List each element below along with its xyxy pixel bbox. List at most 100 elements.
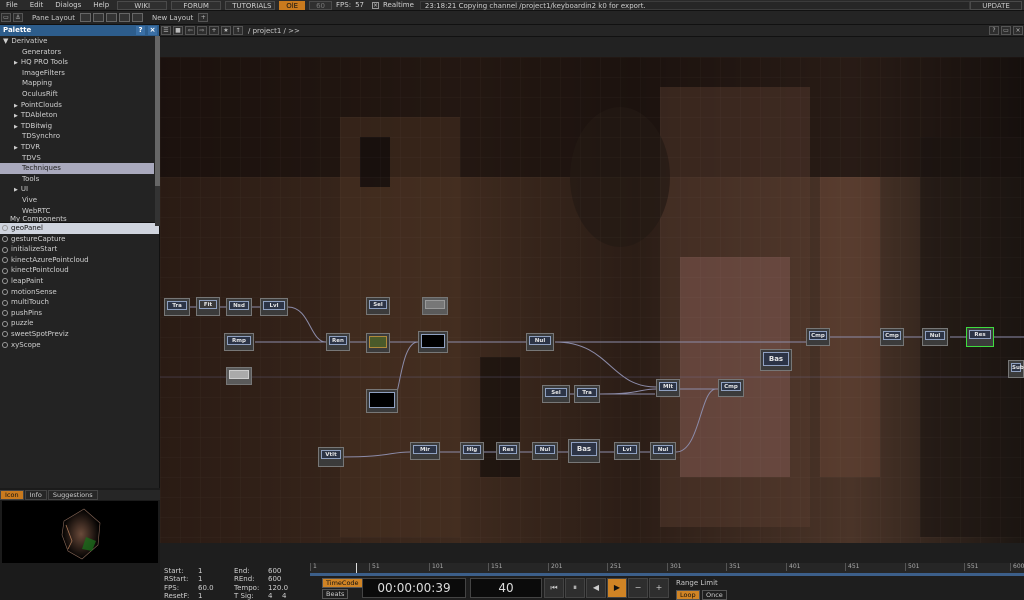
component-kinectazurepointcloud[interactable]: kinectAzurePointcloud: [0, 255, 159, 266]
expand-arrow-icon[interactable]: ▶: [14, 187, 18, 193]
once-toggle[interactable]: Once: [702, 590, 727, 600]
component-puzzle[interactable]: puzzle: [0, 318, 159, 329]
menu-file[interactable]: File: [0, 1, 24, 9]
close-icon[interactable]: ×: [1013, 26, 1023, 35]
component-initializestart[interactable]: initializeStart: [0, 244, 159, 255]
tree-item-pointclouds[interactable]: ▶ PointClouds: [0, 100, 159, 111]
tree-item-mapping[interactable]: Mapping: [0, 78, 159, 89]
operator-node[interactable]: Mir: [410, 442, 440, 460]
bookmark-icon[interactable]: ★: [221, 26, 231, 35]
timecode-toggle[interactable]: TimeCode: [322, 578, 363, 588]
operator-node[interactable]: Bas: [760, 349, 792, 371]
layout-quad-icon[interactable]: [118, 13, 130, 22]
beats-toggle[interactable]: Beats: [322, 589, 349, 599]
operator-node-viewer[interactable]: [226, 367, 252, 385]
operator-node[interactable]: Ren: [326, 333, 350, 351]
operator-node[interactable]: Tra: [574, 385, 600, 403]
maximize-icon[interactable]: ▭: [1001, 26, 1011, 35]
operator-node[interactable]: Nul: [922, 328, 948, 346]
play-reverse-icon[interactable]: ◀: [586, 578, 606, 598]
network-path[interactable]: / project1 / >>: [244, 27, 300, 35]
rstart-field[interactable]: 1: [198, 575, 234, 583]
tree-item-derivative[interactable]: ▼ Derivative: [0, 36, 159, 47]
tree-item-generators[interactable]: Generators: [0, 47, 159, 58]
tutorials-button[interactable]: TUTORIALS: [225, 0, 276, 10]
up-icon[interactable]: ↑: [233, 26, 243, 35]
frame-display[interactable]: 40: [470, 578, 542, 598]
operator-node-selected[interactable]: Res: [966, 327, 994, 347]
tree-item-tdvr[interactable]: ▶ TDVR: [0, 142, 159, 153]
menu-dialogs[interactable]: Dialogs: [49, 1, 87, 9]
wiki-button[interactable]: WIKI: [117, 0, 168, 10]
operator-node[interactable]: Sel: [542, 385, 570, 403]
operator-node[interactable]: Nul: [526, 333, 554, 351]
operator-node[interactable]: Nul: [532, 442, 558, 460]
tab-suggestions[interactable]: Suggestions: [47, 490, 98, 500]
tree-item-oculusrift[interactable]: OculusRift: [0, 89, 159, 100]
tree-item-ui[interactable]: ▶ UI: [0, 184, 159, 195]
timecode-display[interactable]: 00:00:00:39: [362, 578, 466, 598]
layout-split-h-icon[interactable]: [92, 13, 104, 22]
component-geopanel[interactable]: geoPanel: [0, 223, 159, 234]
palette-close-button[interactable]: ×: [148, 26, 157, 35]
fps-limit-field[interactable]: 60: [309, 0, 333, 10]
expand-arrow-icon[interactable]: ▶: [14, 60, 18, 66]
operator-node[interactable]: Mlt: [656, 379, 680, 397]
operator-node[interactable]: Tra: [164, 298, 190, 316]
stop-icon[interactable]: ■: [173, 26, 183, 35]
operator-node[interactable]: Nul: [650, 442, 676, 460]
component-leappaint[interactable]: leapPaint: [0, 276, 159, 287]
tab-icon[interactable]: Icon: [0, 490, 24, 500]
loop-toggle[interactable]: Loop: [676, 590, 700, 600]
end-field[interactable]: 600: [268, 567, 281, 575]
operator-node[interactable]: Rmp: [224, 333, 254, 351]
operator-node[interactable]: Sel: [366, 297, 390, 315]
component-gesturecapture[interactable]: gestureCapture: [0, 234, 159, 245]
tree-item-tdsynchro[interactable]: TDSynchro: [0, 131, 159, 142]
operator-node[interactable]: Nsd: [226, 298, 252, 316]
operator-node[interactable]: Fit: [196, 297, 220, 316]
tree-item-tdvs[interactable]: TDVS: [0, 153, 159, 164]
tree-item-tdableton[interactable]: ▶ TDAbleton: [0, 110, 159, 121]
expand-arrow-icon[interactable]: ▼: [3, 37, 8, 45]
help-icon[interactable]: ?: [989, 26, 999, 35]
layout-single-icon[interactable]: [79, 13, 91, 22]
operator-node[interactable]: Lvl: [614, 442, 640, 460]
step-back-icon[interactable]: −: [628, 578, 648, 598]
expand-arrow-icon[interactable]: ▶: [14, 124, 18, 130]
tsig-denominator-field[interactable]: 4: [282, 592, 286, 600]
tree-item-tools[interactable]: Tools: [0, 174, 159, 185]
expand-arrow-icon[interactable]: ▶: [14, 145, 18, 151]
rewind-to-start-icon[interactable]: ⏮: [544, 578, 564, 598]
network-editor[interactable]: Tra Fit Nsd Lvl Sel Rmp Ren Nul Cmp Bas …: [160, 37, 1024, 543]
fps-field[interactable]: 60.0: [198, 584, 234, 592]
tab-info[interactable]: Info: [24, 490, 47, 500]
palette-help-button[interactable]: ?: [136, 26, 145, 35]
menu-help[interactable]: Help: [87, 1, 115, 9]
tree-item-tdbitwig[interactable]: ▶ TDBitwig: [0, 121, 159, 132]
resetf-field[interactable]: 1: [198, 592, 234, 600]
operator-node[interactable]: Cmp: [880, 328, 904, 346]
anchor-icon[interactable]: ⚓: [13, 13, 23, 22]
rend-field[interactable]: 600: [268, 575, 281, 583]
add-icon[interactable]: +: [209, 26, 219, 35]
component-kinectpointcloud[interactable]: kinectPointcloud: [0, 265, 159, 276]
tsig-numerator-field[interactable]: 4: [268, 592, 282, 600]
menu-edit[interactable]: Edit: [24, 1, 50, 9]
operator-node[interactable]: Lvl: [260, 298, 288, 316]
pane-menu-icon[interactable]: ☰: [161, 26, 171, 35]
update-button[interactable]: UPDATE: [970, 0, 1022, 10]
forum-button[interactable]: FORUM: [171, 0, 222, 10]
tempo-field[interactable]: 120.0: [268, 584, 288, 592]
operator-node-viewer[interactable]: [422, 297, 448, 315]
operator-node[interactable]: Hlg: [460, 442, 484, 460]
component-xyscope[interactable]: xyScope: [0, 340, 159, 351]
tree-item-imagefilters[interactable]: ImageFilters: [0, 68, 159, 79]
play-forward-icon[interactable]: ▶: [607, 578, 627, 598]
expand-arrow-icon[interactable]: ▶: [14, 113, 18, 119]
component-multitouch[interactable]: multiTouch: [0, 297, 159, 308]
operator-node-image[interactable]: [366, 389, 398, 413]
operator-node[interactable]: Cmp: [806, 328, 830, 346]
operator-node-image[interactable]: [366, 333, 390, 353]
operator-node[interactable]: Sub: [1008, 360, 1024, 378]
